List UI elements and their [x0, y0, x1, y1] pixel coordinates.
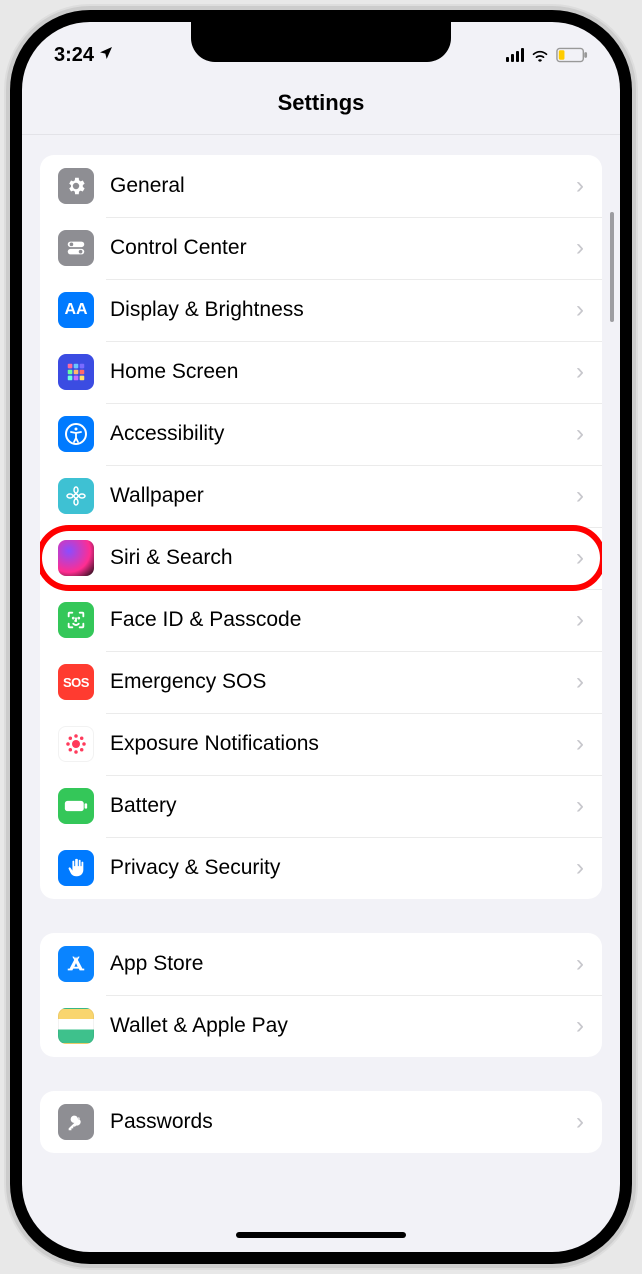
sos-icon: SOS [58, 664, 94, 700]
row-label: Wallpaper [110, 484, 576, 508]
settings-row-app-store[interactable]: App Store › [40, 933, 602, 995]
chevron-right-icon: › [576, 950, 584, 978]
chevron-right-icon: › [576, 792, 584, 820]
settings-row-siri[interactable]: Siri & Search › [40, 527, 602, 589]
battery-icon [556, 47, 588, 63]
settings-row-display[interactable]: AA Display & Brightness › [40, 279, 602, 341]
face-id-icon [58, 602, 94, 638]
chevron-right-icon: › [576, 854, 584, 882]
chevron-right-icon: › [576, 544, 584, 572]
settings-row-sos[interactable]: SOS Emergency SOS › [40, 651, 602, 713]
row-label: Exposure Notifications [110, 732, 576, 756]
device-notch [191, 22, 451, 62]
settings-row-accessibility[interactable]: Accessibility › [40, 403, 602, 465]
row-label: Privacy & Security [110, 856, 576, 880]
scrollbar-thumb[interactable] [610, 212, 614, 322]
settings-row-home-screen[interactable]: Home Screen › [40, 341, 602, 403]
hand-icon [58, 850, 94, 886]
chevron-right-icon: › [576, 358, 584, 386]
settings-row-face-id[interactable]: Face ID & Passcode › [40, 589, 602, 651]
row-label: Siri & Search [110, 546, 576, 570]
settings-row-control-center[interactable]: Control Center › [40, 217, 602, 279]
home-grid-icon [58, 354, 94, 390]
row-label: Accessibility [110, 422, 576, 446]
chevron-right-icon: › [576, 730, 584, 758]
settings-section-2: App Store › Wallet & Apple Pay › [40, 933, 602, 1057]
chevron-right-icon: › [576, 420, 584, 448]
siri-icon [58, 540, 94, 576]
exposure-icon [58, 726, 94, 762]
row-label: General [110, 174, 576, 198]
row-label: Control Center [110, 236, 576, 260]
settings-section-1: General › Control Center › AA Display & … [40, 155, 602, 899]
status-time: 3:24 [54, 44, 94, 67]
settings-row-wallet[interactable]: Wallet & Apple Pay › [40, 995, 602, 1057]
row-label: Emergency SOS [110, 670, 576, 694]
chevron-right-icon: › [576, 482, 584, 510]
location-icon [98, 44, 114, 67]
flower-icon [58, 478, 94, 514]
chevron-right-icon: › [576, 296, 584, 324]
row-label: App Store [110, 952, 576, 976]
home-indicator[interactable] [236, 1232, 406, 1238]
settings-row-general[interactable]: General › [40, 155, 602, 217]
toggles-icon [58, 230, 94, 266]
page-title: Settings [22, 76, 620, 135]
chevron-right-icon: › [576, 234, 584, 262]
status-left: 3:24 [54, 44, 114, 67]
row-label: Passwords [110, 1110, 576, 1134]
chevron-right-icon: › [576, 1012, 584, 1040]
row-label: Battery [110, 794, 576, 818]
cellular-signal-icon [506, 48, 525, 62]
gear-icon [58, 168, 94, 204]
settings-section-3: Passwords › [40, 1091, 602, 1153]
chevron-right-icon: › [576, 606, 584, 634]
row-label: Face ID & Passcode [110, 608, 576, 632]
chevron-right-icon: › [576, 172, 584, 200]
row-label: Display & Brightness [110, 298, 576, 322]
chevron-right-icon: › [576, 1108, 584, 1136]
row-label: Home Screen [110, 360, 576, 384]
settings-row-wallpaper[interactable]: Wallpaper › [40, 465, 602, 527]
status-right [506, 47, 589, 63]
settings-row-exposure[interactable]: Exposure Notifications › [40, 713, 602, 775]
device-screen: 3:24 Settings [22, 22, 620, 1252]
text-size-icon: AA [58, 292, 94, 328]
accessibility-icon [58, 416, 94, 452]
battery-row-icon [58, 788, 94, 824]
settings-row-passwords[interactable]: Passwords › [40, 1091, 602, 1153]
device-frame: 3:24 Settings [10, 10, 632, 1264]
settings-row-battery[interactable]: Battery › [40, 775, 602, 837]
settings-content[interactable]: General › Control Center › AA Display & … [22, 135, 620, 1252]
row-label: Wallet & Apple Pay [110, 1014, 576, 1038]
key-icon [58, 1104, 94, 1140]
wifi-icon [530, 47, 550, 63]
chevron-right-icon: › [576, 668, 584, 696]
app-store-icon [58, 946, 94, 982]
wallet-icon [58, 1008, 94, 1044]
settings-row-privacy[interactable]: Privacy & Security › [40, 837, 602, 899]
